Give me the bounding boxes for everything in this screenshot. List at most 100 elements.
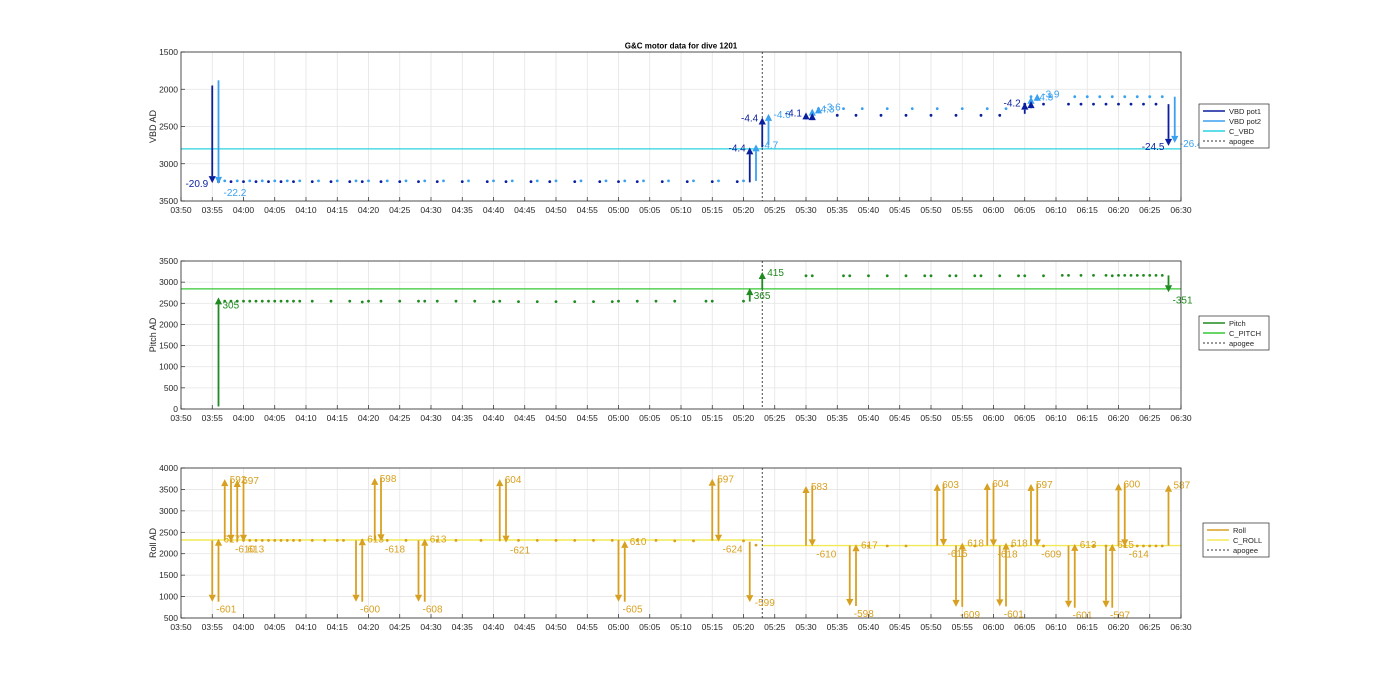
pitch-x-tick-label: 05:30	[795, 413, 817, 423]
vbd-data-point	[554, 179, 558, 183]
pitch-data-point	[710, 299, 714, 303]
roll-y-tick-label: 2000	[159, 549, 178, 559]
pitch-y-tick-label: 3000	[159, 277, 178, 287]
vbd-data-point	[935, 107, 939, 111]
pitch-data-point	[1104, 273, 1108, 277]
roll-y-tick-label: 2500	[159, 527, 178, 537]
vbd-data-point	[642, 179, 645, 183]
roll-arrow-label: 618	[967, 539, 984, 550]
roll-x-tick-label: 04:15	[327, 622, 349, 632]
roll-data-point	[692, 539, 695, 543]
pitch-data-point	[417, 299, 420, 303]
roll-arrow-label: 613	[1080, 540, 1097, 551]
vbd-y-axis-label: VBD AD	[148, 109, 158, 143]
vbd-data-point	[492, 179, 495, 183]
vbd-x-tick-label: 04:25	[389, 205, 411, 215]
vbd-x-tick-label: 04:35	[452, 205, 474, 215]
vbd-x-tick-label: 03:55	[202, 205, 224, 215]
vbd-data-point	[254, 180, 258, 184]
roll-arrow-label: -605	[623, 605, 643, 616]
panel-roll: -601617592-610597613-600613598-618-60861…	[148, 463, 1270, 632]
vbd-data-point	[735, 180, 739, 184]
vbd-data-point	[1135, 95, 1139, 99]
roll-data-point	[323, 539, 327, 542]
vbd-data-point	[835, 113, 839, 117]
pitch-data-point	[498, 299, 502, 303]
pitch-data-point	[1148, 273, 1152, 277]
pitch-x-tick-label: 05:15	[702, 413, 724, 423]
roll-data-point	[335, 539, 339, 542]
pitch-x-tick-label: 05:25	[764, 413, 786, 423]
pitch-data-point	[1017, 274, 1020, 278]
pitch-data-point	[554, 300, 558, 303]
vbd-data-point	[1085, 95, 1089, 99]
vbd-y-tick-label: 3000	[159, 159, 178, 169]
vbd-data-point	[1104, 102, 1108, 106]
vbd-x-tick-label: 04:00	[233, 205, 255, 215]
pitch-data-point	[923, 274, 927, 278]
vbd-data-point	[1160, 95, 1164, 99]
pitch-data-point	[267, 299, 270, 303]
roll-data-point	[554, 539, 558, 542]
vbd-data-point	[885, 107, 889, 111]
vbd-data-point	[242, 180, 245, 184]
roll-x-tick-label: 04:35	[452, 622, 474, 632]
pitch-y-tick-label: 2000	[159, 319, 178, 329]
roll-data-point	[479, 539, 483, 542]
vbd-legend: VBD pot1VBD pot2C_VBDapogee	[1198, 103, 1270, 149]
pitch-arrow-label: 365	[754, 291, 771, 302]
vbd-data-point	[460, 180, 464, 184]
vbd-data-point	[985, 107, 989, 111]
pitch-data-point	[454, 299, 458, 303]
vbd-data-point	[979, 113, 983, 117]
pitch-x-tick-label: 06:20	[1108, 413, 1130, 423]
roll-arrow-label: -610	[816, 549, 836, 560]
pitch-x-tick-label: 04:00	[233, 413, 255, 423]
vbd-x-tick-label: 05:40	[858, 205, 880, 215]
pitch-data-point	[1154, 273, 1158, 277]
vbd-data-point	[235, 179, 239, 183]
pitch-x-tick-label: 05:50	[920, 413, 942, 423]
roll-x-tick-label: 06:25	[1139, 622, 1161, 632]
vbd-data-point	[910, 107, 914, 111]
roll-legend: RollC_ROLLapogee	[1202, 522, 1270, 558]
vbd-x-tick-label: 05:30	[795, 205, 817, 215]
roll-x-tick-label: 06:30	[1170, 622, 1192, 632]
pitch-data-point	[423, 299, 427, 303]
vbd-arrow-label: -4.4	[741, 114, 759, 125]
pitch-x-tick-label: 06:00	[983, 413, 1005, 423]
pitch-data-point	[654, 299, 658, 303]
vbd-data-point	[529, 180, 533, 184]
vbd-x-tick-label: 06:05	[1014, 205, 1036, 215]
roll-data-point	[292, 539, 295, 542]
vbd-data-point	[267, 180, 270, 184]
vbd-x-tick-label: 06:25	[1139, 205, 1161, 215]
pitch-x-tick-label: 05:45	[889, 413, 911, 423]
vbd-data-point	[579, 179, 583, 183]
vbd-arrow-label: -24.5	[1142, 142, 1165, 153]
roll-data-point	[248, 539, 252, 542]
roll-x-tick-label: 05:05	[639, 622, 661, 632]
vbd-data-point	[710, 180, 714, 184]
pitch-data-point	[242, 299, 245, 303]
vbd-legend-label: VBD pot1	[1229, 107, 1261, 116]
vbd-data-point	[879, 113, 883, 117]
vbd-x-tick-label: 05:55	[952, 205, 974, 215]
roll-data-point	[654, 539, 658, 542]
pitch-data-point	[517, 300, 520, 303]
roll-x-tick-label: 05:40	[858, 622, 880, 632]
pitch-data-point	[673, 299, 677, 303]
roll-y-axis-label: Roll AD	[148, 527, 158, 558]
pitch-data-point	[573, 300, 577, 303]
vbd-data-point	[1073, 95, 1077, 99]
pitch-x-tick-label: 05:00	[608, 413, 630, 423]
pitch-x-tick-label: 04:40	[483, 413, 505, 423]
pitch-data-point	[248, 299, 252, 303]
roll-data-point	[1042, 544, 1045, 548]
pitch-data-point	[635, 299, 639, 303]
figure-title: G&C motor data for dive 1201	[625, 42, 738, 51]
vbd-x-tick-label: 04:15	[327, 205, 349, 215]
roll-arrow-label: -621	[510, 546, 530, 557]
vbd-data-point	[379, 180, 383, 184]
pitch-x-tick-label: 05:40	[858, 413, 880, 423]
